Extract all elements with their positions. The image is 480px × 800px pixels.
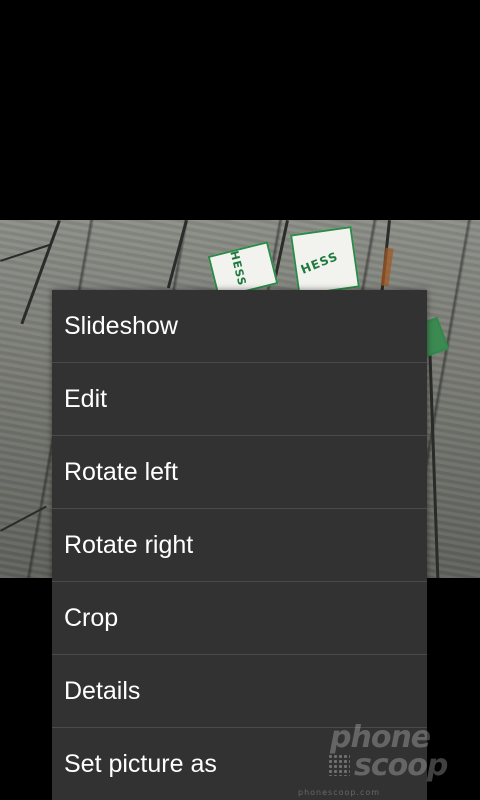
menu-item-slideshow[interactable]: Slideshow: [52, 290, 427, 363]
menu-item-edit[interactable]: Edit: [52, 363, 427, 436]
context-menu: Slideshow Edit Rotate left Rotate right …: [52, 290, 427, 800]
menu-item-details[interactable]: Details: [52, 655, 427, 728]
menu-item-rotate-right[interactable]: Rotate right: [52, 509, 427, 582]
menu-item-crop[interactable]: Crop: [52, 582, 427, 655]
rust-stain: [380, 247, 394, 287]
floor-seam: [428, 339, 440, 578]
menu-item-rotate-left[interactable]: Rotate left: [52, 436, 427, 509]
floor-seam: [273, 220, 289, 280]
menu-item-set-picture-as[interactable]: Set picture as: [52, 728, 427, 800]
floor-seam: [166, 220, 188, 289]
floor-seam: [0, 505, 47, 532]
